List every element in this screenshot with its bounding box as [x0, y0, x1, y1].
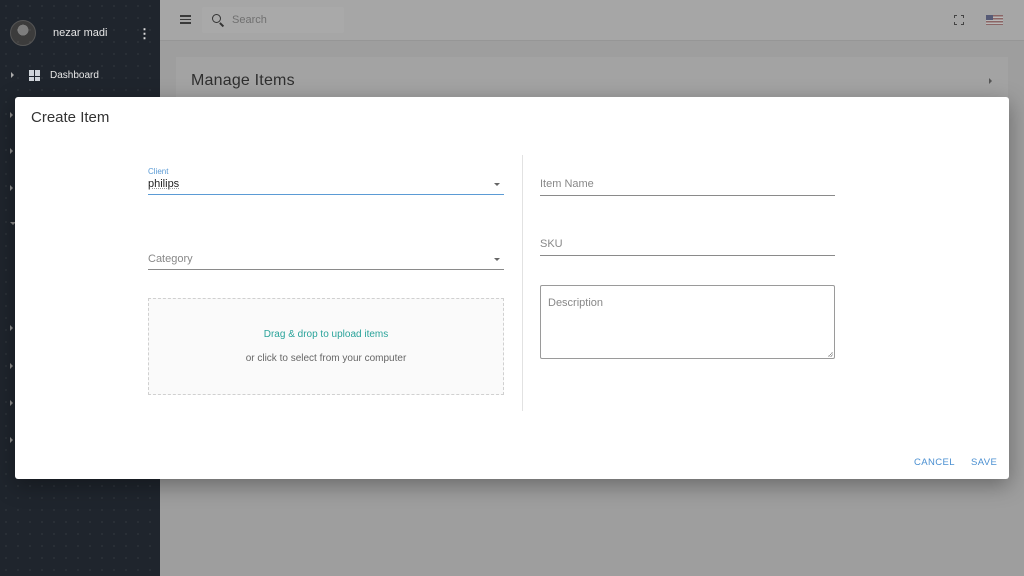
expand-caret-icon[interactable]	[10, 437, 13, 443]
dropdown-arrow-icon[interactable]	[494, 183, 500, 186]
client-label: Client	[148, 167, 169, 176]
search-input[interactable]: Search	[202, 7, 344, 33]
expand-caret-icon[interactable]	[10, 148, 13, 154]
sku-placeholder: SKU	[540, 238, 563, 250]
client-value: philips	[148, 178, 180, 190]
search-icon	[212, 14, 221, 23]
resize-handle-icon[interactable]	[828, 352, 833, 357]
dialog-title: Create Item	[31, 109, 110, 126]
expand-caret-icon[interactable]	[10, 400, 13, 406]
top-bar: Search	[160, 0, 1024, 41]
user-profile[interactable]: nezar madi ⋮	[10, 19, 151, 47]
item-name-placeholder: Item Name	[540, 178, 594, 190]
sidebar-item-label: Dashboard	[50, 69, 99, 81]
category-placeholder: Category	[148, 253, 193, 265]
expand-caret-icon[interactable]	[10, 185, 13, 191]
description-placeholder: Description	[548, 297, 604, 309]
sidebar-item-dashboard[interactable]: Dashboard	[0, 66, 160, 84]
user-name: nezar madi	[53, 27, 108, 39]
expand-caret-icon[interactable]	[10, 112, 13, 118]
column-divider	[522, 155, 523, 411]
chevron-right-icon[interactable]	[989, 78, 992, 84]
expand-caret-icon[interactable]	[10, 325, 13, 331]
input-underline	[540, 255, 835, 256]
item-name-input[interactable]: Item Name	[540, 174, 835, 196]
upload-main-text: Drag & drop to upload items	[263, 329, 389, 340]
sku-input[interactable]: SKU	[540, 234, 835, 256]
create-item-dialog: Create Item Client philips Category Drag…	[15, 97, 1009, 479]
us-flag-icon[interactable]	[986, 15, 1003, 25]
input-underline	[540, 195, 835, 196]
save-button[interactable]: SAVE	[971, 457, 997, 468]
upload-dropzone[interactable]: Drag & drop to upload items or click to …	[148, 298, 504, 395]
category-select[interactable]: Category	[148, 249, 504, 270]
more-vertical-icon[interactable]: ⋮	[138, 27, 151, 40]
menu-icon[interactable]	[180, 15, 191, 24]
upload-sub-text: or click to select from your computer	[245, 353, 407, 364]
page-title: Manage Items	[191, 72, 295, 89]
expand-caret-icon	[11, 72, 14, 78]
client-select[interactable]: Client philips	[148, 167, 504, 195]
fullscreen-icon[interactable]	[954, 15, 964, 25]
cancel-button[interactable]: CANCEL	[914, 457, 955, 468]
search-placeholder: Search	[232, 14, 267, 26]
input-underline	[148, 269, 504, 270]
description-textarea[interactable]: Description	[540, 285, 835, 359]
avatar[interactable]	[10, 20, 36, 46]
dashboard-icon	[29, 69, 40, 81]
dropdown-arrow-icon[interactable]	[494, 258, 500, 261]
expand-caret-icon[interactable]	[10, 363, 13, 369]
input-underline	[148, 193, 504, 195]
